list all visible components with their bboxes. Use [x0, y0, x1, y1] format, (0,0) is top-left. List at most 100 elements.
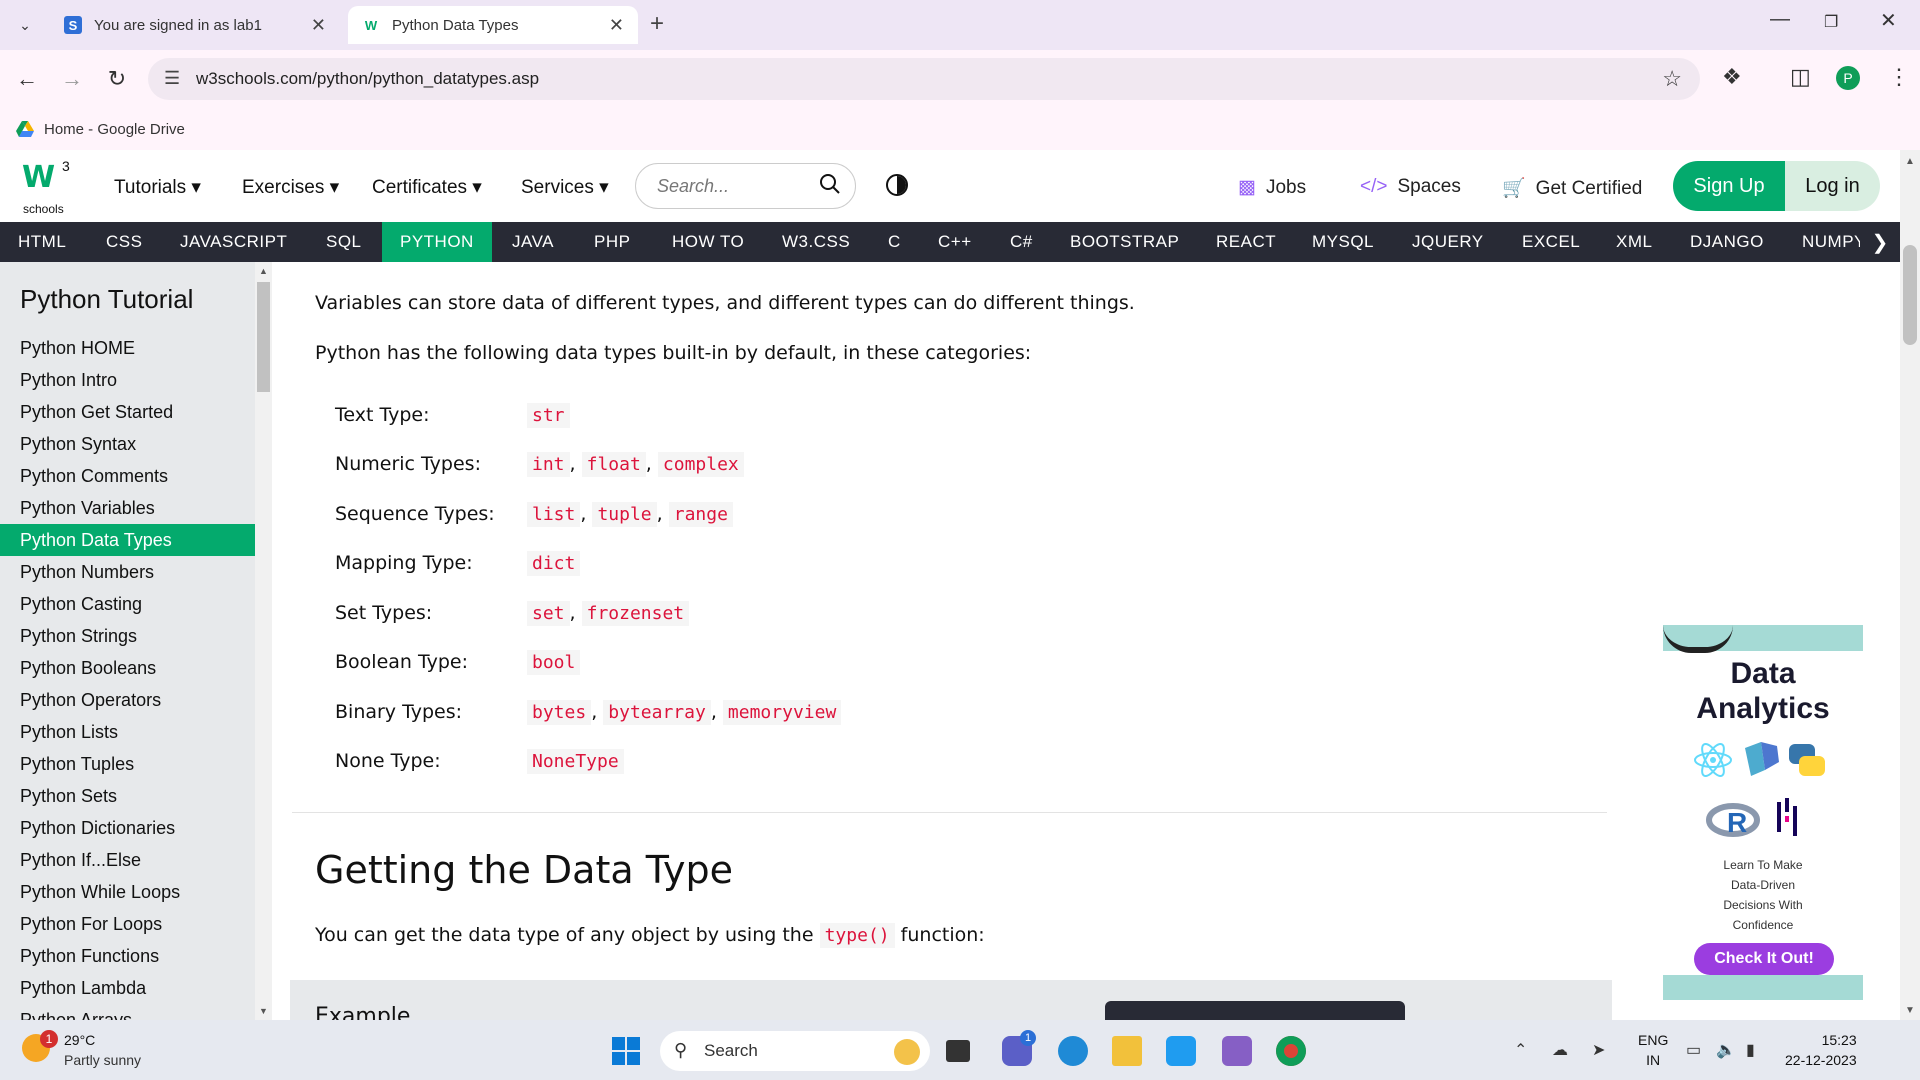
topnav-howto[interactable]: HOW TO	[654, 222, 762, 262]
site-info-icon[interactable]: ☰	[164, 68, 180, 89]
page-scroll-thumb[interactable]	[1903, 245, 1917, 345]
sidebar-item[interactable]: Python Dictionaries	[0, 812, 255, 844]
menu-services[interactable]: Services ▾	[521, 176, 609, 199]
topnav-html[interactable]: HTML	[0, 222, 84, 262]
topnav-excel[interactable]: EXCEL	[1504, 222, 1598, 262]
edge-icon[interactable]	[1058, 1036, 1088, 1066]
sidebar-scroll-thumb[interactable]	[257, 282, 270, 392]
profile-avatar[interactable]: P	[1836, 66, 1860, 90]
bookmark-google-drive[interactable]: Home - Google Drive	[44, 121, 185, 138]
volume-muted-icon[interactable]: 🔈	[1716, 1040, 1736, 1060]
reload-icon[interactable]: ↻	[100, 62, 134, 96]
ad-cta-button[interactable]: Check It Out!	[1694, 943, 1834, 975]
sidebar-item[interactable]: Python While Loops	[0, 876, 255, 908]
data-analytics-ad[interactable]: Data Analytics R Learn To Make Data-Driv…	[1663, 625, 1863, 1000]
topnav-bootstrap[interactable]: BOOTSTRAP	[1052, 222, 1197, 262]
vscode-icon[interactable]	[1166, 1036, 1196, 1066]
spaces-link[interactable]: </> Spaces	[1360, 176, 1461, 198]
side-panel-icon[interactable]: ◫	[1790, 64, 1811, 90]
topnav-cpp[interactable]: C++	[920, 222, 990, 262]
dark-mode-toggle-icon[interactable]	[886, 174, 908, 196]
log-in-button[interactable]: Log in	[1785, 161, 1880, 211]
location-icon[interactable]: ➤	[1592, 1040, 1605, 1060]
sidebar-item[interactable]: Python Strings	[0, 620, 255, 652]
bookmark-star-icon[interactable]: ☆	[1662, 66, 1682, 92]
network-cloud-icon[interactable]: ☁	[1552, 1040, 1568, 1060]
back-icon[interactable]: ←	[10, 62, 44, 96]
scroll-down-icon[interactable]: ▼	[259, 1006, 268, 1016]
topnav-mysql[interactable]: MYSQL	[1294, 222, 1392, 262]
topnav-java[interactable]: JAVA	[494, 222, 572, 262]
restore-icon[interactable]: ❐	[1824, 12, 1838, 32]
sidebar-item[interactable]: Python Casting	[0, 588, 255, 620]
minimize-icon[interactable]: —	[1770, 8, 1790, 31]
get-certified-link[interactable]: 🛒 Get Certified	[1502, 176, 1642, 200]
menu-kebab-icon[interactable]: ⋮	[1888, 64, 1910, 90]
clock[interactable]: 15:23 22-12-2023	[1785, 1030, 1857, 1070]
visual-studio-icon[interactable]	[1222, 1036, 1252, 1066]
sign-up-button[interactable]: Sign Up	[1673, 161, 1785, 211]
close-tab-icon[interactable]: ✕	[311, 15, 326, 36]
topnav-css[interactable]: CSS	[88, 222, 160, 262]
topnav-jquery[interactable]: JQUERY	[1394, 222, 1502, 262]
sidebar-item[interactable]: Python If...Else	[0, 844, 255, 876]
menu-exercises[interactable]: Exercises ▾	[242, 176, 339, 199]
menu-certificates[interactable]: Certificates ▾	[372, 176, 482, 199]
new-tab-icon[interactable]: +	[650, 10, 664, 38]
topnav-php[interactable]: PHP	[576, 222, 648, 262]
topnav-sql[interactable]: SQL	[308, 222, 380, 262]
address-bar[interactable]: ☰ w3schools.com/python/python_datatypes.…	[148, 58, 1700, 100]
tab-search-dropdown-icon[interactable]: ⌄	[10, 10, 40, 40]
sidebar-item[interactable]: Python Lists	[0, 716, 255, 748]
menu-tutorials[interactable]: Tutorials ▾	[114, 176, 201, 199]
sidebar-item[interactable]: Python Lambda	[0, 972, 255, 1004]
sidebar-item-active[interactable]: Python Data Types	[0, 524, 255, 556]
topnav-xml[interactable]: XML	[1598, 222, 1670, 262]
topnav-python[interactable]: PYTHON	[382, 222, 492, 262]
scroll-up-icon[interactable]: ▲	[259, 266, 268, 276]
chrome-icon[interactable]	[1276, 1036, 1306, 1066]
sidebar-item[interactable]: Python Operators	[0, 684, 255, 716]
sidebar-item[interactable]: Python Arrays	[0, 1004, 255, 1021]
scroll-up-icon[interactable]: ▲	[1905, 156, 1915, 167]
sidebar-item[interactable]: Python Intro	[0, 364, 255, 396]
forward-icon[interactable]: →	[55, 62, 89, 96]
w3schools-logo[interactable]: W 3 schools	[20, 158, 75, 216]
extensions-icon[interactable]: ❖	[1722, 64, 1742, 90]
sidebar-item[interactable]: Python Numbers	[0, 556, 255, 588]
sidebar-scrollbar[interactable]: ▲ ▼	[255, 262, 272, 1020]
scroll-down-icon[interactable]: ▼	[1905, 1005, 1915, 1016]
language-indicator[interactable]: ENG IN	[1638, 1030, 1668, 1070]
sidebar-item[interactable]: Python Comments	[0, 460, 255, 492]
page-scrollbar[interactable]: ▲ ▼	[1900, 150, 1920, 1020]
sidebar-item[interactable]: Python Functions	[0, 940, 255, 972]
window-close-icon[interactable]: ✕	[1880, 8, 1897, 33]
topnav-w3css[interactable]: W3.CSS	[764, 222, 868, 262]
sidebar-item[interactable]: Python For Loops	[0, 908, 255, 940]
sidebar-item[interactable]: Python Syntax	[0, 428, 255, 460]
browser-tab-2[interactable]: W Python Data Types ✕	[348, 6, 638, 44]
battery-icon[interactable]: ▮	[1746, 1040, 1755, 1060]
sidebar-item[interactable]: Python Variables	[0, 492, 255, 524]
close-tab-icon[interactable]: ✕	[609, 15, 624, 36]
sidebar-item[interactable]: Python Get Started	[0, 396, 255, 428]
file-explorer-icon[interactable]	[1112, 1036, 1142, 1066]
windows-start-icon[interactable]	[612, 1037, 640, 1065]
sidebar-item[interactable]: Python Booleans	[0, 652, 255, 684]
sidebar-item[interactable]: Python HOME	[0, 332, 255, 364]
browser-tab-1[interactable]: S You are signed in as lab1 ✕	[50, 6, 340, 44]
search-icon[interactable]	[819, 173, 841, 195]
topnav-django[interactable]: DJANGO	[1672, 222, 1782, 262]
taskbar-search[interactable]: ⚲ Search	[660, 1031, 930, 1071]
tray-overflow-icon[interactable]: ⌃	[1514, 1040, 1527, 1060]
site-search-input[interactable]: Search...	[635, 163, 856, 209]
topnav-scroll-right-icon[interactable]: ❯	[1860, 222, 1900, 262]
task-view-icon[interactable]	[946, 1040, 970, 1062]
topnav-csharp[interactable]: C#	[992, 222, 1051, 262]
topnav-javascript[interactable]: JAVASCRIPT	[162, 222, 305, 262]
sidebar-item[interactable]: Python Tuples	[0, 748, 255, 780]
sidebar-item[interactable]: Python Sets	[0, 780, 255, 812]
jobs-link[interactable]: ▩ Jobs	[1238, 176, 1306, 199]
topnav-react[interactable]: REACT	[1198, 222, 1294, 262]
display-icon[interactable]: ▭	[1686, 1040, 1701, 1060]
